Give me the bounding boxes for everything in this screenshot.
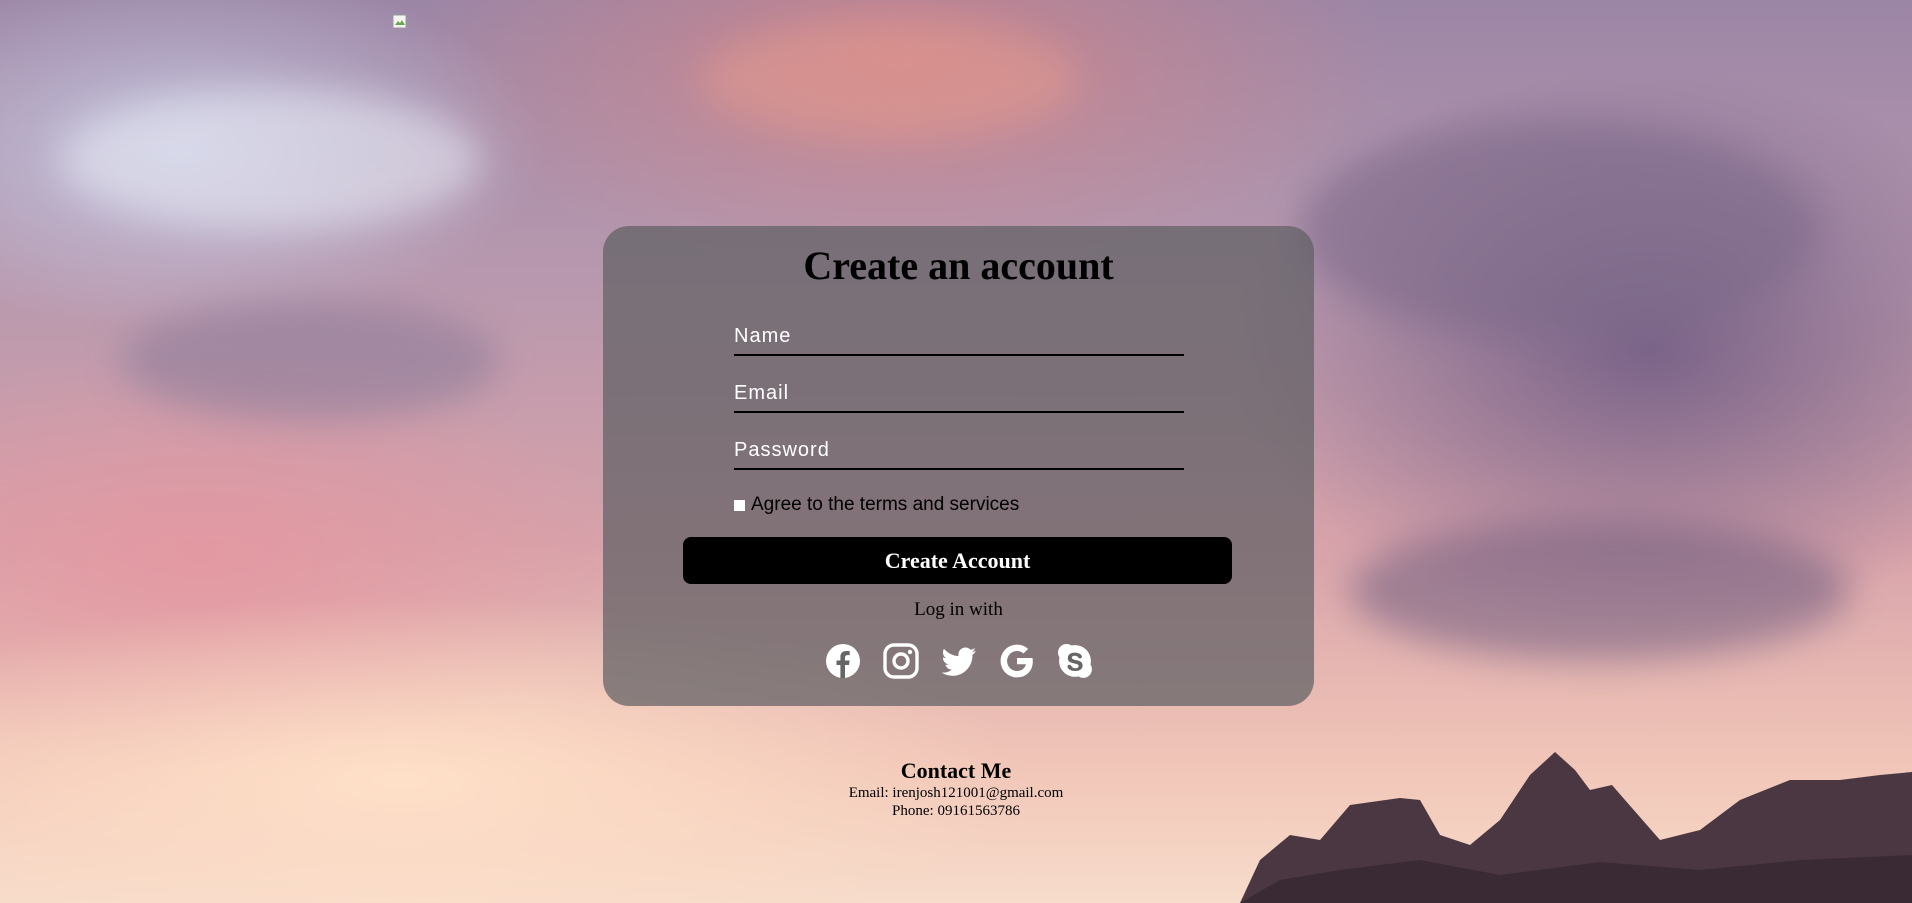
password-field-wrapper bbox=[734, 428, 1184, 470]
terms-row: Agree to the terms and services bbox=[734, 494, 1019, 516]
cloud-decoration bbox=[1300, 120, 1820, 340]
email-field-wrapper bbox=[734, 371, 1184, 413]
contact-email: Email: irenjosh121001@gmail.com bbox=[848, 785, 1064, 801]
name-field-wrapper bbox=[734, 314, 1184, 356]
create-account-button[interactable]: Create Account bbox=[683, 537, 1232, 584]
name-input[interactable] bbox=[734, 325, 1184, 354]
cloud-decoration bbox=[1350, 520, 1850, 660]
cloud-decoration bbox=[120, 300, 500, 420]
contact-phone: Phone: 09161563786 bbox=[892, 803, 1020, 819]
login-with-label: Log in with bbox=[914, 599, 1003, 620]
terms-checkbox[interactable] bbox=[734, 499, 745, 511]
form-title: Create an account bbox=[803, 243, 1114, 288]
contact-section: Contact Me Email: irenjosh121001@gmail.c… bbox=[0, 758, 1912, 820]
google-icon[interactable] bbox=[999, 643, 1035, 679]
twitter-icon[interactable] bbox=[940, 643, 977, 679]
password-input[interactable] bbox=[734, 439, 1184, 468]
cloud-decoration bbox=[700, 20, 1080, 140]
contact-heading: Contact Me bbox=[900, 758, 1012, 783]
skype-icon[interactable] bbox=[1057, 643, 1093, 679]
broken-image-icon bbox=[392, 14, 407, 29]
terms-label: Agree to the terms and services bbox=[751, 494, 1020, 515]
instagram-icon[interactable] bbox=[882, 643, 919, 679]
social-login-icons bbox=[603, 643, 1314, 679]
facebook-icon[interactable] bbox=[825, 643, 861, 679]
signup-card: Create an account Agree to the terms and… bbox=[603, 226, 1314, 706]
email-input[interactable] bbox=[734, 382, 1184, 411]
cloud-decoration bbox=[60, 90, 480, 230]
